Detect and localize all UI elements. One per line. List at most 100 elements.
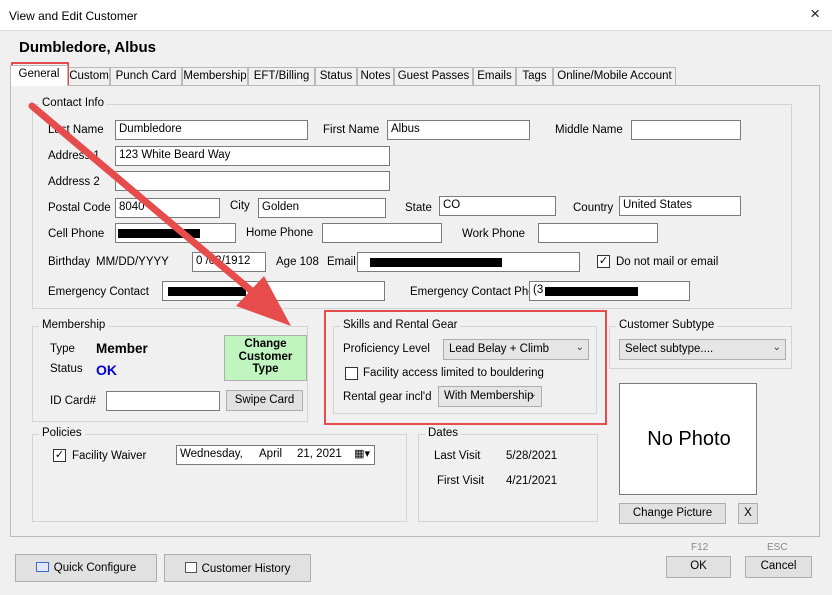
first-name-label: First Name bbox=[323, 124, 380, 136]
tab-guest-passes[interactable]: Guest Passes bbox=[394, 67, 473, 86]
customer-history-label: Customer History bbox=[201, 563, 291, 575]
rental-gear-label: Rental gear incl'd bbox=[343, 391, 432, 403]
middle-name-label: Middle Name bbox=[555, 124, 623, 136]
change-picture-button[interactable]: Change Picture bbox=[619, 503, 726, 524]
tab-tags[interactable]: Tags bbox=[516, 67, 553, 86]
waiver-date-picker[interactable]: Wednesday, April 21, 2021 ▦▾ bbox=[176, 445, 375, 465]
quick-configure-label: Quick Configure bbox=[53, 562, 137, 574]
ok-button[interactable]: OK bbox=[666, 556, 731, 578]
change-customer-type-button[interactable]: Change Customer Type bbox=[224, 335, 307, 381]
redaction-bar bbox=[545, 287, 638, 296]
birthday-label: Birthday bbox=[48, 256, 91, 268]
ok-shortcut-hint: F12 bbox=[691, 542, 709, 553]
state-field[interactable]: CO bbox=[439, 196, 556, 216]
membership-status-label: Status bbox=[50, 363, 83, 375]
tab-notes[interactable]: Notes bbox=[357, 67, 394, 86]
tab-general[interactable]: General bbox=[10, 65, 68, 86]
facility-access-label: Facility access limited to bouldering bbox=[363, 367, 544, 379]
last-name-field[interactable]: Dumbledore bbox=[115, 120, 308, 140]
waiver-date-month: April bbox=[259, 448, 283, 460]
tab-membership[interactable]: Membership bbox=[182, 67, 248, 86]
address2-field[interactable] bbox=[115, 171, 390, 191]
swipe-card-button[interactable]: Swipe Card bbox=[226, 390, 303, 411]
middle-name-field[interactable] bbox=[631, 120, 741, 140]
tab-emails[interactable]: Emails bbox=[473, 67, 516, 86]
window-title: View and Edit Customer bbox=[9, 9, 138, 23]
cancel-shortcut-hint: ESC bbox=[767, 542, 788, 553]
do-not-mail-checkbox[interactable]: ✓ bbox=[597, 255, 610, 268]
chevron-down-icon: ⌄ bbox=[575, 342, 584, 353]
postal-code-label: Postal Code bbox=[48, 202, 111, 214]
country-field[interactable]: United States bbox=[619, 196, 741, 216]
first-visit-label: First Visit bbox=[437, 475, 485, 487]
do-not-mail-label: Do not mail or email bbox=[616, 256, 719, 268]
work-phone-field[interactable] bbox=[538, 223, 658, 243]
facility-access-checkbox[interactable] bbox=[345, 367, 358, 380]
age-label: Age 108 bbox=[276, 256, 319, 268]
first-name-field[interactable]: Albus bbox=[387, 120, 530, 140]
history-icon bbox=[184, 562, 197, 573]
birthday-format-label: MM/DD/YYYY bbox=[96, 256, 169, 268]
cell-phone-label: Cell Phone bbox=[48, 228, 105, 240]
cancel-button[interactable]: Cancel bbox=[745, 556, 812, 578]
work-phone-label: Work Phone bbox=[462, 228, 526, 240]
customer-subtype-value: Select subtype.... bbox=[625, 343, 714, 355]
facility-waiver-checkbox[interactable]: ✓ bbox=[53, 449, 66, 462]
state-label: State bbox=[405, 202, 432, 214]
home-phone-field[interactable] bbox=[322, 223, 442, 243]
chevron-down-icon: ⌄ bbox=[528, 389, 537, 400]
contact-info-legend: Contact Info bbox=[39, 97, 108, 109]
waiver-date-day: Wednesday, bbox=[180, 448, 243, 460]
facility-waiver-label: Facility Waiver bbox=[72, 450, 147, 462]
emergency-contact-label: Emergency Contact bbox=[48, 286, 149, 298]
tab-punch-card[interactable]: Punch Card bbox=[110, 67, 182, 86]
customer-subtype-select[interactable]: Select subtype.... ⌄ bbox=[619, 339, 786, 360]
id-card-label: ID Card# bbox=[50, 395, 97, 407]
customer-name: Dumbledore, Albus bbox=[19, 39, 156, 56]
emergency-phone-label: Emergency Contact Phone bbox=[410, 286, 548, 298]
proficiency-select[interactable]: Lead Belay + Climb ⌄ bbox=[443, 339, 589, 360]
postal-code-field[interactable]: 8040 bbox=[115, 198, 220, 218]
quick-configure-button[interactable]: Quick Configure bbox=[15, 554, 157, 582]
email-label: Email bbox=[327, 256, 356, 268]
id-card-field[interactable] bbox=[106, 391, 220, 411]
membership-legend: Membership bbox=[39, 319, 109, 331]
dates-legend: Dates bbox=[425, 427, 462, 439]
city-label: City bbox=[230, 200, 250, 212]
configure-icon bbox=[35, 562, 49, 572]
customer-photo: No Photo bbox=[619, 383, 757, 495]
redaction-bar bbox=[370, 258, 502, 267]
close-icon[interactable]: × bbox=[810, 4, 820, 24]
no-photo-text: No Photo bbox=[647, 428, 731, 450]
tab-status[interactable]: Status bbox=[315, 67, 357, 86]
home-phone-label: Home Phone bbox=[246, 227, 314, 239]
last-visit-label: Last Visit bbox=[434, 450, 481, 462]
first-visit-value: 4/21/2021 bbox=[506, 475, 558, 487]
tab-custom[interactable]: Custom bbox=[68, 67, 110, 86]
window-titlebar: View and Edit Customer × bbox=[0, 0, 832, 31]
membership-type-label: Type bbox=[50, 343, 75, 355]
clear-photo-button[interactable]: X bbox=[738, 503, 758, 524]
tab-online-mobile-account[interactable]: Online/Mobile Account bbox=[553, 67, 676, 86]
last-visit-value: 5/28/2021 bbox=[506, 450, 558, 462]
birthday-field[interactable]: 0 /02/1912 bbox=[192, 252, 266, 272]
proficiency-value: Lead Belay + Climb bbox=[449, 343, 550, 355]
country-label: Country bbox=[573, 202, 614, 214]
redaction-bar bbox=[168, 287, 246, 296]
rental-gear-value: With Membership bbox=[444, 390, 534, 402]
address1-label: Address 1 bbox=[48, 150, 100, 162]
customer-history-button[interactable]: Customer History bbox=[164, 554, 311, 582]
address1-field[interactable]: 123 White Beard Way bbox=[115, 146, 390, 166]
membership-type-value: Member bbox=[96, 341, 148, 356]
city-field[interactable]: Golden bbox=[258, 198, 386, 218]
customer-subtype-legend: Customer Subtype bbox=[616, 319, 718, 331]
tab-eft-billing[interactable]: EFT/Billing bbox=[248, 67, 315, 86]
rental-gear-select[interactable]: With Membership ⌄ bbox=[438, 386, 542, 407]
address2-label: Address 2 bbox=[48, 176, 100, 188]
waiver-date-rest: 21, 2021 bbox=[297, 448, 342, 460]
calendar-icon[interactable]: ▦▾ bbox=[354, 447, 370, 460]
policies-legend: Policies bbox=[39, 427, 85, 439]
proficiency-label: Proficiency Level bbox=[343, 343, 430, 355]
chevron-down-icon: ⌄ bbox=[772, 342, 781, 353]
redaction-bar bbox=[118, 229, 200, 238]
